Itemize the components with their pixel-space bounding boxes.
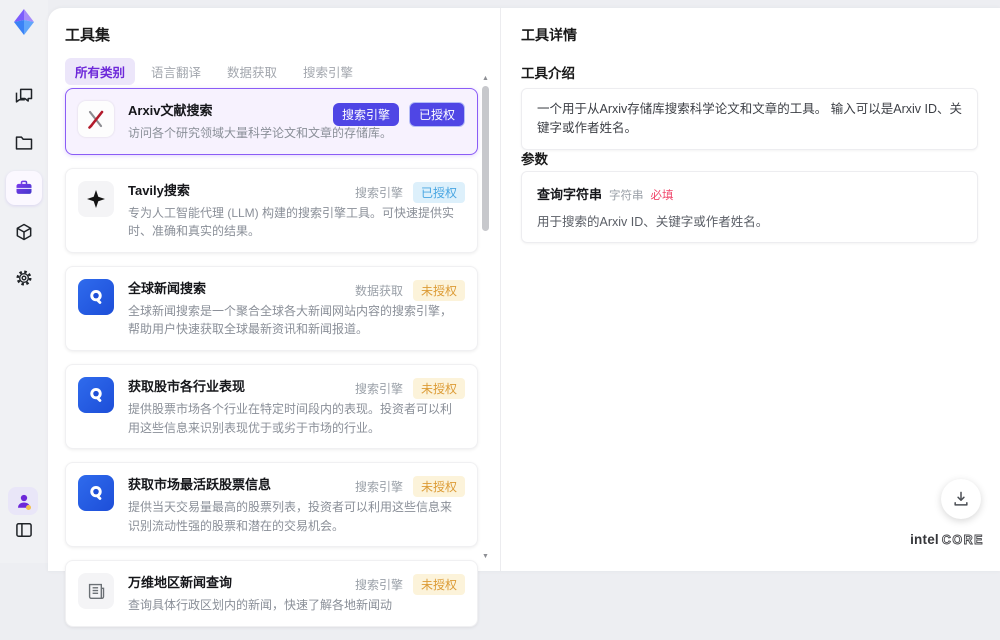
user-icon[interactable] (14, 491, 34, 511)
category-tabs: 所有类别 语言翻译 数据获取 搜索引擎 (65, 58, 363, 85)
category-tag: 搜索引擎 (354, 381, 403, 396)
scrollbar-thumb[interactable] (482, 86, 489, 231)
auth-badge: 未授权 (412, 574, 465, 596)
param-desc: 用于搜索的Arxiv ID、关键字或作者姓名。 (537, 215, 769, 229)
toolbox-icon[interactable] (14, 178, 34, 198)
arxiv-icon (78, 101, 114, 137)
scroll-down-arrow[interactable]: ▼ (481, 552, 490, 561)
tool-row-most-active-stocks[interactable]: 获取市场最活跃股票信息 提供当天交易量最高的股票列表，投资者可以利用这些信息来识… (65, 462, 478, 548)
param-card: 查询字符串 字符串 必填 用于搜索的Arxiv ID、关键字或作者姓名。 (521, 171, 978, 243)
tool-row-regional-news[interactable]: 万维地区新闻查询 查询具体行政区划内的新闻，快速了解各地新闻动 搜索引擎 未授权 (65, 560, 478, 627)
tool-name: 获取市场最活跃股票信息 (128, 477, 272, 493)
tool-desc: 查询具体行政区划内的新闻，快速了解各地新闻动 (128, 598, 393, 613)
auth-badge: 已授权 (408, 102, 465, 127)
category-tag: 搜索引擎 (354, 578, 403, 593)
category-tag: 搜索引擎 (354, 480, 403, 495)
detail-title: 工具详情 (521, 27, 577, 43)
tool-detail-panel: 工具详情 工具介绍 一个用于从Arxiv存储库搜索科学论文和文章的工具。 输入可… (501, 8, 1000, 571)
tab-search-engine[interactable]: 搜索引擎 (293, 58, 363, 85)
intro-heading: 工具介绍 (521, 66, 575, 81)
news-search-icon (78, 475, 114, 512)
tool-name: 万维地区新闻查询 (128, 575, 233, 591)
auth-badge: 已授权 (412, 181, 465, 203)
chat-icon[interactable] (14, 86, 34, 106)
app-logo-icon[interactable] (9, 7, 39, 37)
download-button[interactable] (941, 479, 981, 519)
sparkle-icon (78, 180, 114, 217)
sidebar-toggle-icon[interactable] (14, 520, 34, 540)
tool-desc: 专为人工智能代理 (LLM) 构建的搜索引擎工具。可快速提供实时、准确和真实的结… (128, 205, 455, 239)
cube-icon[interactable] (14, 222, 34, 242)
tab-data-fetch[interactable]: 数据获取 (217, 58, 287, 85)
intel-wordmark: intel (910, 532, 939, 547)
tool-name: Tavily搜索 (128, 182, 190, 198)
scroll-up-arrow[interactable]: ▲ (481, 74, 490, 83)
param-name: 查询字符串 (537, 187, 603, 202)
newspaper-icon (78, 573, 114, 610)
tool-name: 获取股市各行业表现 (128, 378, 246, 394)
intro-box: 一个用于从Arxiv存储库搜索科学论文和文章的工具。 输入可以是Arxiv ID… (521, 88, 978, 150)
tool-row-arxiv[interactable]: Arxiv文献搜索 访问各个研究领域大量科学论文和文章的存储库。 搜索引擎 已授… (65, 88, 478, 155)
main-card: 工具集 所有类别 语言翻译 数据获取 搜索引擎 Arxiv文献搜索 访问各个研究… (48, 8, 1000, 627)
left-rail (0, 0, 48, 563)
auth-badge: 未授权 (412, 476, 465, 498)
auth-badge: 未授权 (412, 377, 465, 399)
category-tag: 搜索引擎 (354, 185, 403, 200)
gear-icon[interactable] (14, 268, 34, 288)
auth-badge: 未授权 (412, 279, 465, 301)
tool-name: 全球新闻搜索 (128, 280, 207, 296)
core-wordmark: CORE (941, 533, 984, 548)
list-scrollbar[interactable]: ▲ ▼ (481, 74, 490, 561)
tool-list: Arxiv文献搜索 访问各个研究领域大量科学论文和文章的存储库。 搜索引擎 已授… (65, 88, 478, 640)
news-search-icon (78, 376, 114, 413)
tool-row-tavily[interactable]: Tavily搜索 专为人工智能代理 (LLM) 构建的搜索引擎工具。可快速提供实… (65, 167, 478, 253)
tool-list-panel: 工具集 所有类别 语言翻译 数据获取 搜索引擎 Arxiv文献搜索 访问各个研究… (48, 8, 500, 627)
user-status-dot (26, 505, 31, 510)
tool-row-global-news[interactable]: 全球新闻搜索 全球新闻搜索是一个聚合全球各大新闻网站内容的搜索引擎，帮助用户快速… (65, 265, 478, 351)
tool-desc: 全球新闻搜索是一个聚合全球各大新闻网站内容的搜索引擎，帮助用户快速获取全球最新资… (128, 303, 453, 337)
params-heading: 参数 (521, 152, 548, 167)
tool-desc: 提供当天交易量最高的股票列表，投资者可以利用这些信息来识别流动性强的股票和潜在的… (128, 500, 453, 533)
page-title: 工具集 (65, 27, 111, 44)
param-required-flag: 必填 (650, 190, 674, 202)
tool-desc: 提供股票市场各个行业在特定时间段内的表现。投资者可以利用这些信息来识别表现优于或… (128, 401, 453, 435)
tab-all-categories[interactable]: 所有类别 (65, 58, 136, 85)
category-badge: 搜索引擎 (332, 103, 399, 126)
folder-icon[interactable] (14, 133, 34, 153)
param-type: 字符串 (609, 190, 644, 202)
news-search-icon (78, 278, 114, 315)
intel-core-logo: intel CORE (910, 532, 984, 547)
category-tag: 数据获取 (354, 283, 403, 298)
tab-language-translation[interactable]: 语言翻译 (141, 58, 211, 85)
tool-row-sector-performance[interactable]: 获取股市各行业表现 提供股票市场各个行业在特定时间段内的表现。投资者可以利用这些… (65, 363, 478, 450)
